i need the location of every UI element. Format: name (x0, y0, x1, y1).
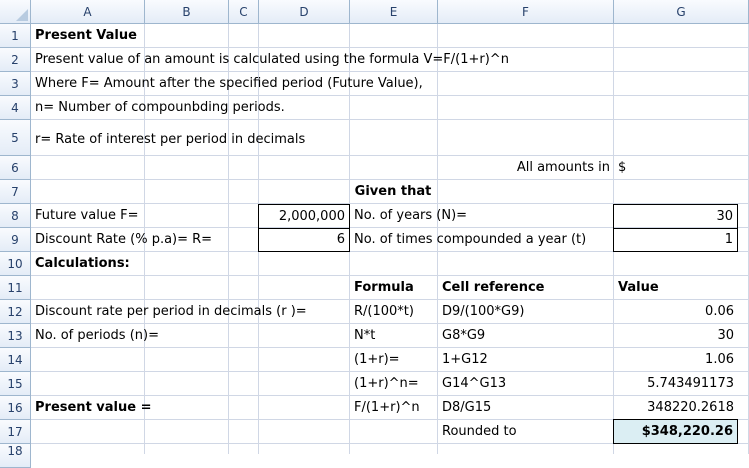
cell-e16[interactable]: F/(1+r)^n (350, 396, 424, 420)
row-header-8[interactable]: 8 (0, 204, 31, 228)
cell-d9-discount-rate[interactable]: 6 (258, 228, 350, 252)
row-header-12[interactable]: 12 (0, 300, 31, 324)
column-header-e[interactable]: E (350, 0, 438, 24)
cell-a8[interactable]: Future value F= (31, 204, 143, 228)
cell-f13[interactable]: G8*G9 (438, 324, 489, 348)
row-header-4[interactable]: 4 (0, 96, 31, 120)
cell-a16[interactable]: Present value = (31, 396, 156, 420)
row-header-18[interactable]: 18 (0, 444, 31, 468)
cell-g6[interactable]: $ (614, 156, 630, 180)
spreadsheet: A B C D E F G 1 2 3 4 5 6 7 8 9 10 11 12… (0, 0, 749, 468)
cell-f15[interactable]: G14^G13 (438, 372, 510, 396)
row-header-14[interactable]: 14 (0, 348, 31, 372)
cell-e11[interactable]: Formula (350, 276, 418, 300)
cell-a4[interactable]: n= Number of compounbding periods. (31, 96, 289, 120)
cell-a1-title[interactable]: Present Value (31, 24, 141, 48)
column-header-c[interactable]: C (229, 0, 259, 24)
cell-g8-years[interactable]: 30 (613, 204, 738, 229)
cell-e9[interactable]: No. of times compounded a year (t) (350, 228, 590, 252)
row-header-13[interactable]: 13 (0, 324, 31, 348)
cell-a3[interactable]: Where F= Amount after the specified peri… (31, 72, 427, 96)
cell-a12[interactable]: Discount rate per period in decimals (r … (31, 300, 311, 324)
cell-e8[interactable]: No. of years (N)= (350, 204, 471, 228)
cell-a5[interactable]: r= Rate of interest per period in decima… (31, 128, 309, 152)
cell-g12[interactable]: 0.06 (614, 300, 738, 324)
cell-e7[interactable]: Given that (318, 180, 468, 204)
column-header-a[interactable]: A (31, 0, 145, 24)
row-header-1[interactable]: 1 (0, 24, 31, 48)
cell-a9[interactable]: Discount Rate (% p.a)= R= (31, 228, 216, 252)
cell-e14[interactable]: (1+r)= (350, 348, 404, 372)
row-header-5[interactable]: 5 (0, 120, 31, 156)
row-header-9[interactable]: 9 (0, 228, 31, 252)
cell-g15[interactable]: 5.743491173 (614, 372, 738, 396)
row-header-7[interactable]: 7 (0, 180, 31, 204)
cell-d8-future-value[interactable]: 2,000,000 (258, 204, 350, 229)
cell-f6[interactable]: All amounts in (438, 156, 614, 180)
cell-f11[interactable]: Cell reference (438, 276, 549, 300)
row-header-11[interactable]: 11 (0, 276, 31, 300)
cell-e12[interactable]: R/(100*t) (350, 300, 418, 324)
cell-f12[interactable]: D9/(100*G9) (438, 300, 528, 324)
select-all-corner[interactable] (0, 0, 31, 24)
select-all-icon (16, 9, 28, 21)
cell-g9-compounding[interactable]: 1 (613, 228, 738, 252)
cell-f16[interactable]: D8/G15 (438, 396, 495, 420)
row-header-10[interactable]: 10 (0, 252, 31, 276)
cell-e13[interactable]: N*t (350, 324, 379, 348)
cell-e15[interactable]: (1+r)^n= (350, 372, 423, 396)
cell-g11[interactable]: Value (614, 276, 663, 300)
column-header-b[interactable]: B (145, 0, 229, 24)
column-header-f[interactable]: F (438, 0, 614, 24)
row-header-15[interactable]: 15 (0, 372, 31, 396)
cell-g16[interactable]: 348220.2618 (614, 396, 738, 420)
cell-g13[interactable]: 30 (614, 324, 738, 348)
cell-g14[interactable]: 1.06 (614, 348, 738, 372)
column-header-g[interactable]: G (614, 0, 749, 24)
cell-a2[interactable]: Present value of an amount is calculated… (31, 48, 513, 72)
cell-f17[interactable]: Rounded to (438, 420, 521, 444)
cell-a13[interactable]: No. of periods (n)= (31, 324, 163, 348)
row-header-2[interactable]: 2 (0, 48, 31, 72)
row-header-16[interactable]: 16 (0, 396, 31, 420)
row-header-3[interactable]: 3 (0, 72, 31, 96)
cell-g17-rounded-result[interactable]: $348,220.26 (613, 419, 738, 444)
column-header-d[interactable]: D (259, 0, 350, 24)
cell-a10[interactable]: Calculations: (31, 252, 134, 276)
cell-f14[interactable]: 1+G12 (438, 348, 492, 372)
row-header-17[interactable]: 17 (0, 420, 31, 444)
row-header-6[interactable]: 6 (0, 156, 31, 180)
